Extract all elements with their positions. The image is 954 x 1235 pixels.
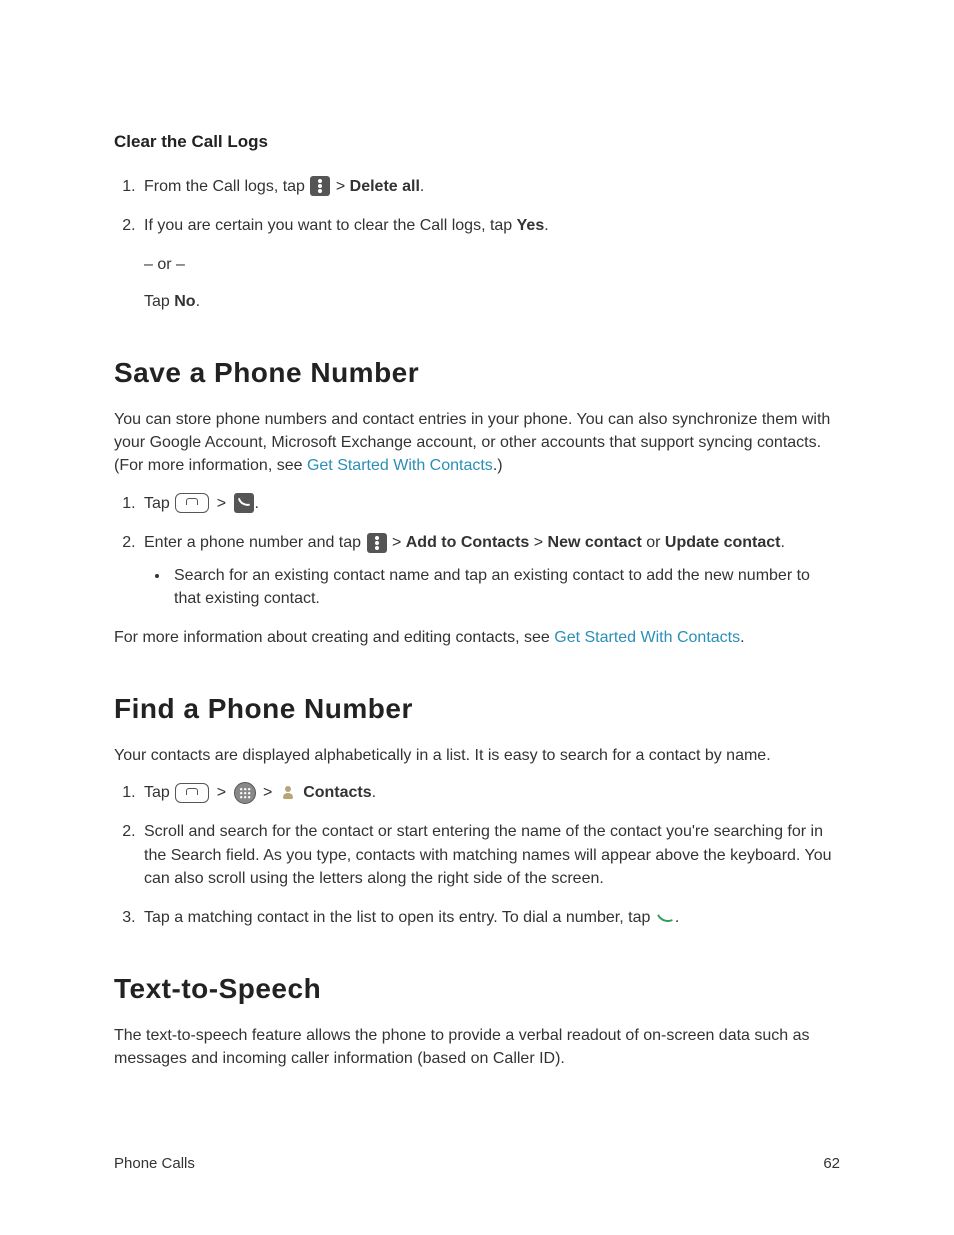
text: . [420,178,424,195]
subheading-clear-logs: Clear the Call Logs [114,130,840,155]
sub-bullets: Search for an existing contact name and … [144,564,840,610]
text-bold: No [174,293,195,310]
contact-icon [280,784,298,802]
text-bold: Update contact [665,534,781,551]
footer-section: Phone Calls [114,1153,195,1175]
or-separator: – or – [144,253,840,276]
text: If you are certain you want to clear the… [144,217,517,234]
text: Tap [144,293,174,310]
clear-logs-steps: From the Call logs, tap > Delete all. If… [114,175,840,237]
page-footer: Phone Calls 62 [114,1153,840,1175]
more-icon [310,176,330,196]
text: > [263,784,277,801]
text: > [392,534,406,551]
dial-icon [656,909,674,927]
home-icon [175,493,209,513]
home-icon [175,783,209,803]
phone-icon [234,493,254,513]
text: or [646,534,665,551]
text-bold: Add to Contacts [406,534,530,551]
list-item: Tap > . [140,492,840,515]
find-number-steps: Tap > > Contacts. Scroll and search for … [114,781,840,929]
text: . [255,495,259,512]
text: Tap a matching contact in the list to op… [144,909,655,926]
heading-find-number: Find a Phone Number [114,689,840,730]
text: .) [493,457,503,474]
text: . [544,217,548,234]
more-icon [367,533,387,553]
find-number-intro: Your contacts are displayed alphabetical… [114,744,840,767]
document-page: Clear the Call Logs From the Call logs, … [0,0,954,1235]
tts-body: The text-to-speech feature allows the ph… [114,1024,840,1070]
text: > [217,784,231,801]
list-item: Tap a matching contact in the list to op… [140,906,840,929]
list-item: Scroll and search for the contact or sta… [140,820,840,890]
list-item: Search for an existing contact name and … [170,564,840,610]
text: . [740,629,744,646]
text: . [781,534,785,551]
save-number-steps: Tap > . Enter a phone number and tap > A… [114,492,840,611]
text: > [217,495,231,512]
list-item: Tap > > Contacts. [140,781,840,804]
text-bold: Yes [517,217,545,234]
text: . [372,784,376,801]
text: From the Call logs, tap [144,178,309,195]
text: . [675,909,679,926]
list-item: From the Call logs, tap > Delete all. [140,175,840,198]
apps-icon [234,782,256,804]
link-get-started-contacts[interactable]: Get Started With Contacts [554,629,740,646]
text: For more information about creating and … [114,629,554,646]
text: Tap [144,784,174,801]
footer-page-number: 62 [823,1153,840,1175]
text-bold: New contact [548,534,642,551]
link-get-started-contacts[interactable]: Get Started With Contacts [307,457,493,474]
list-item: Enter a phone number and tap > Add to Co… [140,531,840,611]
text: > [534,534,548,551]
tap-no: Tap No. [144,290,840,313]
text: . [196,293,200,310]
save-number-intro: You can store phone numbers and contact … [114,408,840,478]
text: Tap [144,495,174,512]
text: > [336,178,350,195]
list-item: If you are certain you want to clear the… [140,214,840,237]
heading-tts: Text-to-Speech [114,969,840,1010]
text-bold: Contacts [303,784,371,801]
save-number-outro: For more information about creating and … [114,626,840,649]
heading-save-number: Save a Phone Number [114,353,840,394]
text: Enter a phone number and tap [144,534,366,551]
text-bold: Delete all [350,178,420,195]
